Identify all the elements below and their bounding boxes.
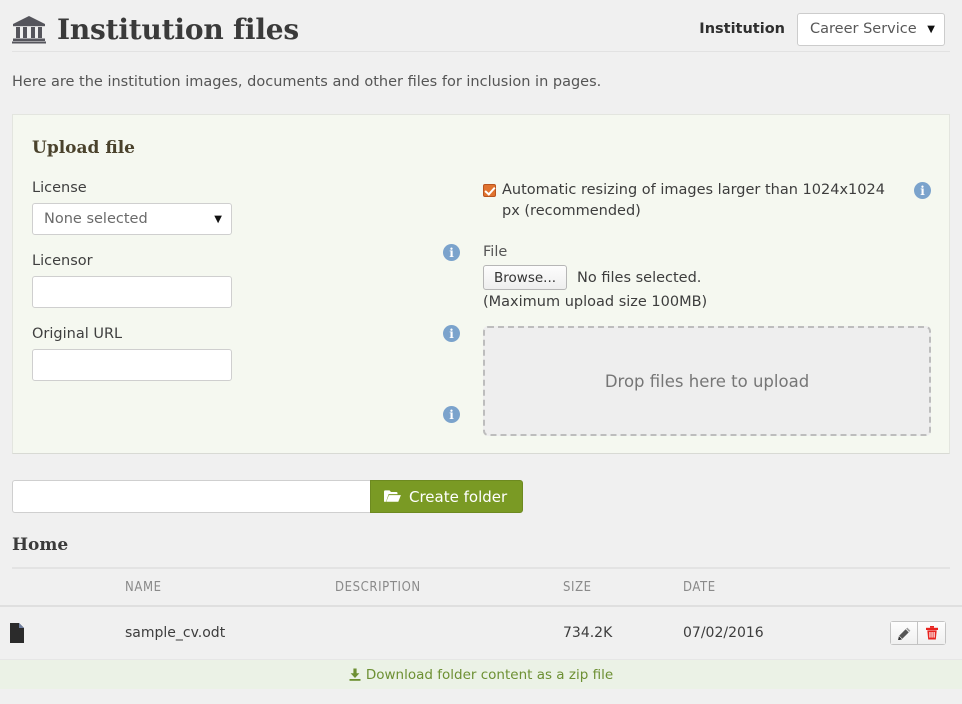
create-folder-label: Create folder: [409, 487, 508, 506]
license-field-group: License None selected ▼: [32, 180, 483, 236]
licensor-input[interactable]: [32, 276, 232, 309]
folder-name-input[interactable]: [12, 480, 370, 514]
document-icon: [0, 623, 125, 644]
institution-select-value: Career Service: [810, 21, 917, 37]
file-actions-cell: [868, 606, 962, 661]
column-header-description: DESCRIPTION: [335, 580, 421, 596]
download-zip-link[interactable]: Download folder content as a zip file: [349, 667, 613, 683]
max-upload-size-text: (Maximum upload size 100MB): [483, 294, 708, 311]
files-table: NAME DESCRIPTION SIZE DATE sample_cv.odt…: [0, 569, 962, 661]
license-label: License: [32, 180, 87, 197]
table-row[interactable]: sample_cv.odt 734.2K 07/02/2016: [0, 606, 962, 661]
upload-left-column: License None selected ▼ Licensor Origina…: [13, 180, 483, 436]
institution-select[interactable]: Career Service ▼: [797, 12, 945, 46]
page-description: Here are the institution images, documen…: [12, 74, 602, 90]
row-action-group: [868, 621, 962, 646]
dropzone-label: Drop files here to upload: [604, 371, 810, 391]
licensor-label: Licensor: [32, 253, 93, 270]
file-input-row: Browse... No files selected.: [483, 265, 931, 291]
pencil-icon: [897, 627, 911, 640]
files-table-body: sample_cv.odt 734.2K 07/02/2016: [0, 606, 962, 661]
files-table-header-row: NAME DESCRIPTION SIZE DATE: [0, 569, 962, 607]
breadcrumb: Home: [12, 535, 69, 556]
chevron-down-icon: ▼: [214, 213, 222, 225]
upload-panel-columns: License None selected ▼ Licensor Origina…: [13, 158, 949, 437]
column-header-actions: [868, 569, 962, 606]
institution-selector-group: Institution Career Service ▼: [699, 12, 950, 46]
license-select[interactable]: None selected ▼: [32, 203, 232, 236]
browse-button[interactable]: Browse...: [483, 265, 568, 291]
file-dropzone[interactable]: Drop files here to upload: [483, 326, 931, 437]
page-title: Institution files: [57, 12, 299, 46]
original-url-label: Original URL: [32, 326, 123, 343]
folder-open-icon: [384, 490, 401, 503]
trash-icon: [925, 626, 938, 640]
chevron-down-icon: ▼: [927, 23, 935, 35]
original-url-info-icon[interactable]: i: [443, 406, 460, 424]
licensor-field-group: Licensor: [32, 253, 483, 309]
file-name-cell: sample_cv.odt: [125, 606, 335, 661]
column-header-date: DATE: [683, 580, 716, 596]
no-files-selected-text: No files selected.: [577, 269, 702, 286]
auto-resize-label: Automatic resizing of images larger than…: [502, 182, 885, 220]
auto-resize-checkbox[interactable]: [483, 184, 496, 198]
file-label: File: [483, 244, 508, 261]
upload-file-panel: Upload file License None selected ▼ Lice…: [12, 114, 950, 455]
edit-file-button[interactable]: [890, 621, 918, 646]
upload-right-column: Automatic resizing of images larger than…: [483, 180, 949, 437]
create-folder-button[interactable]: Create folder: [370, 480, 524, 514]
column-header-size: SIZE: [563, 580, 592, 596]
file-size-cell: 734.2K: [563, 606, 683, 661]
delete-file-button[interactable]: [918, 621, 946, 646]
create-folder-bar: Create folder: [12, 480, 950, 514]
institution-label: Institution: [699, 21, 785, 37]
original-url-input[interactable]: [32, 349, 232, 382]
original-url-field-group: Original URL: [32, 326, 483, 382]
upload-panel-title: Upload file: [32, 138, 135, 159]
page-title-group: Institution files: [12, 13, 299, 46]
page-header: Institution files Institution Career Ser…: [0, 0, 962, 48]
file-date-cell: 07/02/2016: [683, 606, 868, 661]
license-select-value: None selected: [44, 211, 148, 228]
bank-institution-icon: [12, 14, 46, 44]
files-table-head: NAME DESCRIPTION SIZE DATE: [0, 569, 962, 607]
column-header-icon: [0, 569, 125, 606]
auto-resize-row: Automatic resizing of images larger than…: [483, 180, 931, 222]
download-zip-bar: Download folder content as a zip file: [0, 660, 962, 690]
file-icon-cell: [0, 606, 125, 661]
institution-files-page: Institution files Institution Career Ser…: [0, 0, 962, 704]
column-header-name: NAME: [125, 580, 162, 596]
file-description-cell: [335, 606, 563, 661]
action-button-group: [890, 621, 946, 646]
download-icon: [349, 668, 361, 682]
download-zip-label: Download folder content as a zip file: [365, 666, 614, 683]
